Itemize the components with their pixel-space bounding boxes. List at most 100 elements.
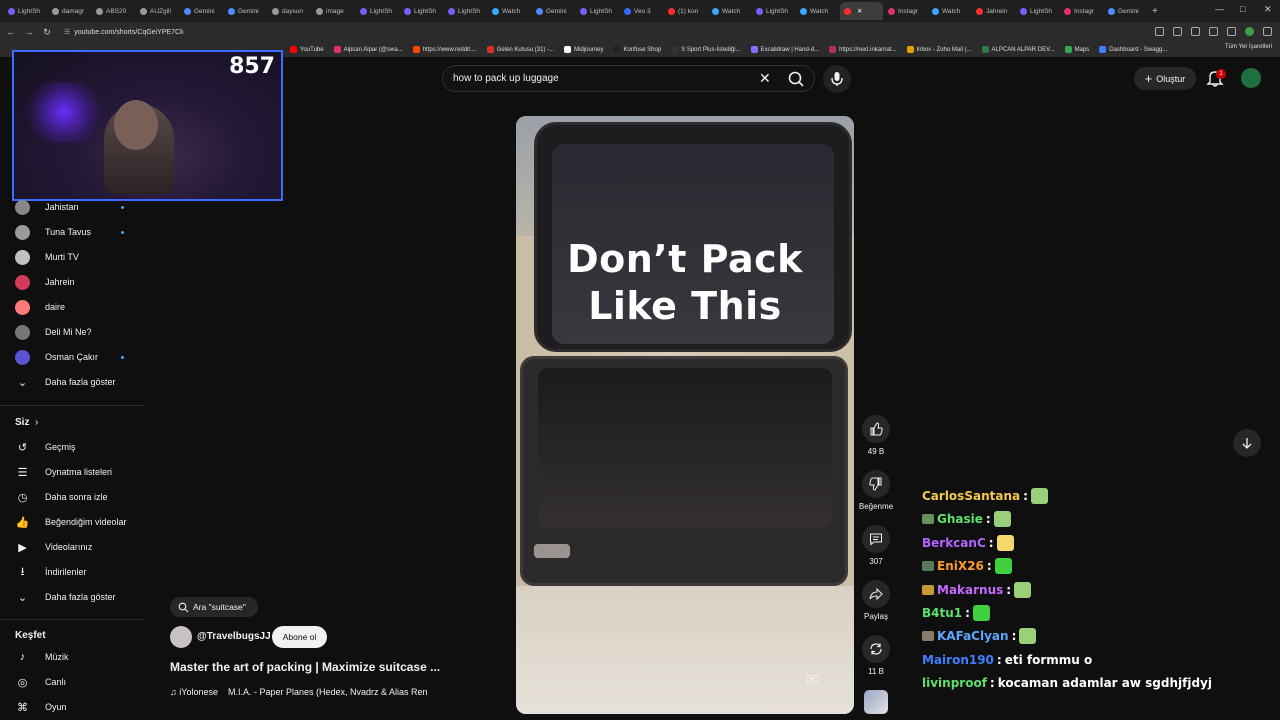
sidebar-subscription[interactable]: Murti TV	[0, 246, 145, 268]
browser-tab[interactable]: Instagr	[884, 2, 927, 20]
extensions-puzzle-icon[interactable]	[1209, 27, 1218, 36]
clear-search-icon[interactable]: ✕	[759, 70, 771, 87]
sidebar-item[interactable]: ↺ Geçmiş	[0, 436, 145, 458]
back-icon[interactable]: ←	[4, 27, 18, 37]
sound-thumbnail[interactable]	[864, 690, 888, 714]
sidebar-subscription[interactable]: daire	[0, 296, 145, 318]
url-field[interactable]: ☰ youtube.com/shorts/CqGeiYPE7Ck	[64, 28, 184, 37]
chat-username[interactable]: Makarnus	[937, 583, 1003, 597]
all-bookmarks-button[interactable]: Tüm Yer İşaretleri	[1225, 44, 1272, 50]
chat-username[interactable]: B4tu1	[922, 606, 962, 620]
browser-tab[interactable]: LightSh	[576, 2, 619, 20]
browser-tab[interactable]: LightSh	[752, 2, 795, 20]
browser-tab[interactable]: (1) kon	[664, 2, 707, 20]
forward-icon[interactable]: →	[22, 27, 36, 37]
bookmark-item[interactable]: Gelen Kutusu (31) -...	[486, 46, 554, 53]
create-button[interactable]: + Oluştur	[1134, 67, 1196, 90]
browser-menu-icon[interactable]	[1263, 27, 1272, 36]
browser-tab[interactable]: ABS20	[92, 2, 135, 20]
sidebar-subscription[interactable]: Jahrein	[0, 271, 145, 293]
browser-tab[interactable]: Watch	[928, 2, 971, 20]
sidebar-subscription[interactable]: Jahistan	[0, 196, 145, 218]
reload-icon[interactable]: ↻	[40, 27, 54, 38]
sidebar-item[interactable]: ⭳ İndirilenler	[0, 561, 145, 583]
sidebar-item[interactable]: ◷ Daha sonra izle	[0, 486, 145, 508]
bookmark-item[interactable]: S Sport Plus-İstediği...	[671, 46, 741, 53]
close-window-icon[interactable]: ✕	[1264, 4, 1272, 15]
browser-tab[interactable]: daysun	[268, 2, 311, 20]
channel-name[interactable]: @TravelbugsJJ	[197, 631, 271, 642]
browser-tab[interactable]: LightSh	[356, 2, 399, 20]
sidebar-item[interactable]: ⌘ Oyun	[0, 696, 145, 718]
sidebar-subscription[interactable]: Tuna Tavus	[0, 221, 145, 243]
bookmark-item[interactable]: Alpcan Alpar (@swa...	[333, 46, 403, 53]
browser-tab[interactable]: LightSh	[444, 2, 487, 20]
bookmark-item[interactable]: Dashboard - Swagg...	[1099, 46, 1167, 53]
browser-tab[interactable]: damagr	[48, 2, 91, 20]
browser-tab[interactable]: Instagr	[1060, 2, 1103, 20]
chat-username[interactable]: KAFaClyan	[937, 629, 1009, 643]
sidebar-item[interactable]: ▶ Videolarınız	[0, 536, 145, 558]
sidebar-subscription[interactable]: Osman Çakır	[0, 346, 145, 368]
channel-avatar[interactable]	[170, 626, 192, 648]
bookmark-star-icon[interactable]	[1191, 27, 1200, 36]
minimize-icon[interactable]: —	[1215, 4, 1224, 14]
account-avatar[interactable]	[1241, 68, 1261, 88]
browser-tab[interactable]: Watch	[796, 2, 839, 20]
you-section-header[interactable]: Siz ›	[0, 411, 145, 433]
chat-username[interactable]: Mairon190	[922, 653, 994, 667]
next-short-button[interactable]	[1233, 429, 1261, 457]
bookmark-item[interactable]: Excalidraw | Hand-d...	[750, 46, 819, 53]
share-button[interactable]	[862, 580, 890, 608]
subscriptions-show-more[interactable]: ⌄ Daha fazla göster	[0, 371, 145, 393]
sidebar-item[interactable]: ◎ Canlı	[0, 671, 145, 693]
maximize-icon[interactable]: □	[1240, 4, 1245, 14]
browser-tab[interactable]: LightSh	[400, 2, 443, 20]
chat-username[interactable]: Ghasie	[937, 512, 983, 526]
browser-tab[interactable]: Gemini	[1104, 2, 1147, 20]
browser-tab[interactable]: LightSh	[1016, 2, 1059, 20]
bookmark-item[interactable]: Midjourney	[564, 46, 603, 53]
you-show-more[interactable]: ⌄ Daha fazla göster	[0, 586, 145, 608]
download-icon[interactable]	[1227, 27, 1236, 36]
bookmark-item[interactable]: https://next.inkarnat...	[829, 46, 897, 53]
microphone-icon[interactable]	[823, 65, 851, 93]
chat-username[interactable]: EniX26	[937, 559, 984, 573]
browser-tab[interactable]: LightSh	[4, 2, 47, 20]
chat-username[interactable]: BerkcanC	[922, 536, 986, 550]
comments-button[interactable]	[862, 525, 890, 553]
close-tab-icon[interactable]: ✕	[857, 7, 862, 15]
bookmark-item[interactable]: YouTube	[290, 46, 324, 53]
profile-icon[interactable]	[1245, 27, 1254, 36]
browser-tab[interactable]: AUZgill	[136, 2, 179, 20]
subscribe-button[interactable]: Abone ol	[272, 626, 327, 648]
sidebar-item[interactable]: 👍 Beğendiğim videolar	[0, 511, 145, 533]
browser-tab[interactable]: Gemini	[532, 2, 575, 20]
site-info-icon[interactable]: ☰	[64, 28, 70, 36]
sidebar-item[interactable]: ♪ Müzik	[0, 646, 145, 668]
browser-tab[interactable]: Gemini	[224, 2, 267, 20]
sidebar-item[interactable]: ☰ Oynatma listeleri	[0, 461, 145, 483]
search-input[interactable]: how to pack up luggage	[453, 73, 559, 84]
music-credit[interactable]: ♫ iYolonese M.I.A. - Paper Planes (Hedex…	[170, 687, 428, 697]
like-button[interactable]	[862, 415, 890, 443]
browser-tab[interactable]: Jahrein	[972, 2, 1015, 20]
search-icon[interactable]	[785, 69, 807, 89]
browser-tab[interactable]: ✕	[840, 2, 883, 20]
browser-tab[interactable]: Veo 3	[620, 2, 663, 20]
bookmark-item[interactable]: ALPCAN ALPAR DEV...	[981, 46, 1055, 53]
browser-tab[interactable]: Watch	[708, 2, 751, 20]
sidebar-subscription[interactable]: Deli Mi Ne?	[0, 321, 145, 343]
bookmark-item[interactable]: Inbox - Zoho Mail (...	[906, 46, 972, 53]
search-suggestion-chip[interactable]: Ara "suitcase"	[170, 597, 258, 617]
extension-icon[interactable]	[1155, 27, 1164, 36]
short-title[interactable]: Master the art of packing | Maximize sui…	[170, 660, 440, 674]
cast-icon[interactable]	[1173, 27, 1182, 36]
short-video-player[interactable]: Don’t Pack Like This ✉	[516, 116, 854, 714]
bookmark-item[interactable]: Konfuse Shop	[613, 46, 661, 53]
browser-tab[interactable]: image	[312, 2, 355, 20]
browser-tab[interactable]: Watch	[488, 2, 531, 20]
new-tab-button[interactable]: +	[1152, 6, 1158, 17]
remix-button[interactable]	[862, 635, 890, 663]
dislike-button[interactable]	[862, 470, 890, 498]
